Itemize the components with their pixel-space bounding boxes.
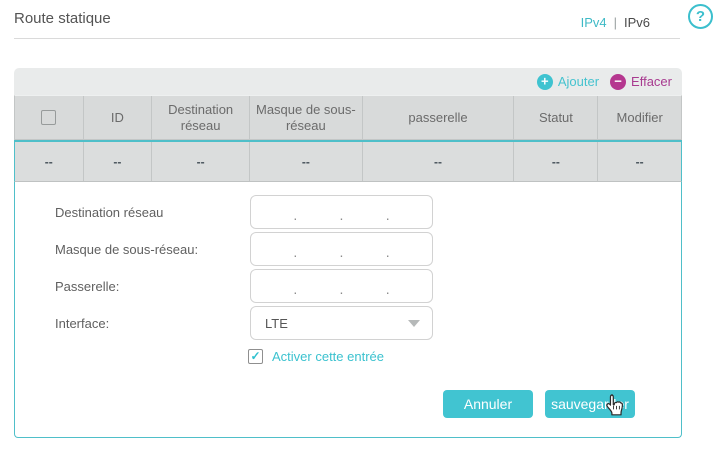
- title-divider: [14, 38, 680, 39]
- gateway-row: Passerelle: . . .: [55, 269, 681, 303]
- protocol-separator: |: [614, 15, 617, 30]
- row-cell-subnet-mask: --: [250, 142, 363, 181]
- table-row[interactable]: -- -- -- -- -- -- --: [14, 140, 682, 182]
- row-cell-destination: --: [152, 142, 250, 181]
- form-actions: Annuler sauvegarder: [55, 390, 681, 418]
- route-statique-page: Route statique IPv4 | IPv6 ? + Ajouter −…: [0, 0, 720, 453]
- interface-label: Interface:: [55, 316, 250, 331]
- add-route-button[interactable]: + Ajouter: [537, 74, 599, 90]
- add-route-label: Ajouter: [558, 74, 599, 89]
- question-mark-glyph: ?: [696, 8, 705, 25]
- save-button[interactable]: sauvegarder: [545, 390, 635, 418]
- delete-route-label: Effacer: [631, 74, 672, 89]
- ip-octet-3[interactable]: [343, 270, 385, 302]
- ip-dot: .: [340, 207, 344, 223]
- ip-octet-1[interactable]: [251, 196, 293, 228]
- destination-network-input[interactable]: . . .: [250, 195, 433, 229]
- row-cell-id: --: [84, 142, 153, 181]
- ip-dot: .: [293, 244, 297, 260]
- gateway-input[interactable]: . . .: [250, 269, 433, 303]
- ip-octet-4[interactable]: [390, 233, 432, 265]
- row-cell-select: --: [15, 142, 84, 181]
- minus-icon: −: [610, 74, 626, 90]
- row-cell-gateway: --: [363, 142, 515, 181]
- ip-dot: .: [386, 207, 390, 223]
- subnet-mask-label: Masque de sous-réseau:: [55, 242, 250, 257]
- chevron-down-icon: [408, 320, 420, 327]
- delete-route-button[interactable]: − Effacer: [610, 74, 672, 90]
- page-title: Route statique: [14, 10, 111, 27]
- interface-selected-value: LTE: [265, 316, 288, 331]
- interface-select[interactable]: LTE: [250, 306, 433, 340]
- column-header-id: ID: [84, 96, 153, 139]
- column-header-modify: Modifier: [598, 96, 681, 139]
- ip-octet-2[interactable]: [297, 196, 339, 228]
- ip-octet-3[interactable]: [343, 196, 385, 228]
- ip-octet-2[interactable]: [297, 233, 339, 265]
- interface-row: Interface: LTE: [55, 306, 681, 340]
- ip-octet-1[interactable]: [251, 270, 293, 302]
- destination-network-label: Destination réseau: [55, 205, 250, 220]
- ip-octet-3[interactable]: [343, 233, 385, 265]
- ip-dot: .: [340, 244, 344, 260]
- static-route-panel: + Ajouter − Effacer ID Destination résea…: [14, 68, 682, 438]
- plus-icon: +: [537, 74, 553, 90]
- ip-dot: .: [340, 281, 344, 297]
- protocol-switcher: IPv4 | IPv6: [581, 15, 650, 30]
- select-all-cell: [15, 96, 84, 139]
- cancel-button[interactable]: Annuler: [443, 390, 533, 418]
- ip-octet-1[interactable]: [251, 233, 293, 265]
- ip-dot: .: [386, 244, 390, 260]
- enable-entry-row: ✓ Activer cette entrée: [248, 348, 681, 364]
- row-cell-modify: --: [598, 142, 681, 181]
- gateway-label: Passerelle:: [55, 279, 250, 294]
- ip-octet-4[interactable]: [390, 196, 432, 228]
- route-edit-form: Destination réseau . . . Masque de sous-…: [14, 182, 682, 438]
- row-cell-status: --: [514, 142, 598, 181]
- select-all-checkbox[interactable]: [41, 110, 56, 125]
- column-header-subnet-mask: Masque de sous-réseau: [250, 96, 363, 139]
- help-icon[interactable]: ?: [688, 4, 713, 29]
- ip-octet-4[interactable]: [390, 270, 432, 302]
- ip-dot: .: [293, 207, 297, 223]
- subnet-mask-input[interactable]: . . .: [250, 232, 433, 266]
- ip-dot: .: [386, 281, 390, 297]
- tab-ipv6[interactable]: IPv6: [624, 15, 650, 30]
- ip-dot: .: [293, 281, 297, 297]
- column-header-destination: Destination réseau: [152, 96, 250, 139]
- table-header-row: ID Destination réseau Masque de sous-rés…: [14, 95, 682, 140]
- table-toolbar: + Ajouter − Effacer: [14, 68, 682, 95]
- ip-octet-2[interactable]: [297, 270, 339, 302]
- tab-ipv4[interactable]: IPv4: [581, 15, 607, 30]
- column-header-gateway: passerelle: [363, 96, 515, 139]
- destination-network-row: Destination réseau . . .: [55, 195, 681, 229]
- enable-entry-checkbox[interactable]: ✓: [248, 349, 263, 364]
- checkmark-icon: ✓: [250, 350, 260, 362]
- enable-entry-label: Activer cette entrée: [272, 349, 384, 364]
- column-header-status: Statut: [514, 96, 598, 139]
- subnet-mask-row: Masque de sous-réseau: . . .: [55, 232, 681, 266]
